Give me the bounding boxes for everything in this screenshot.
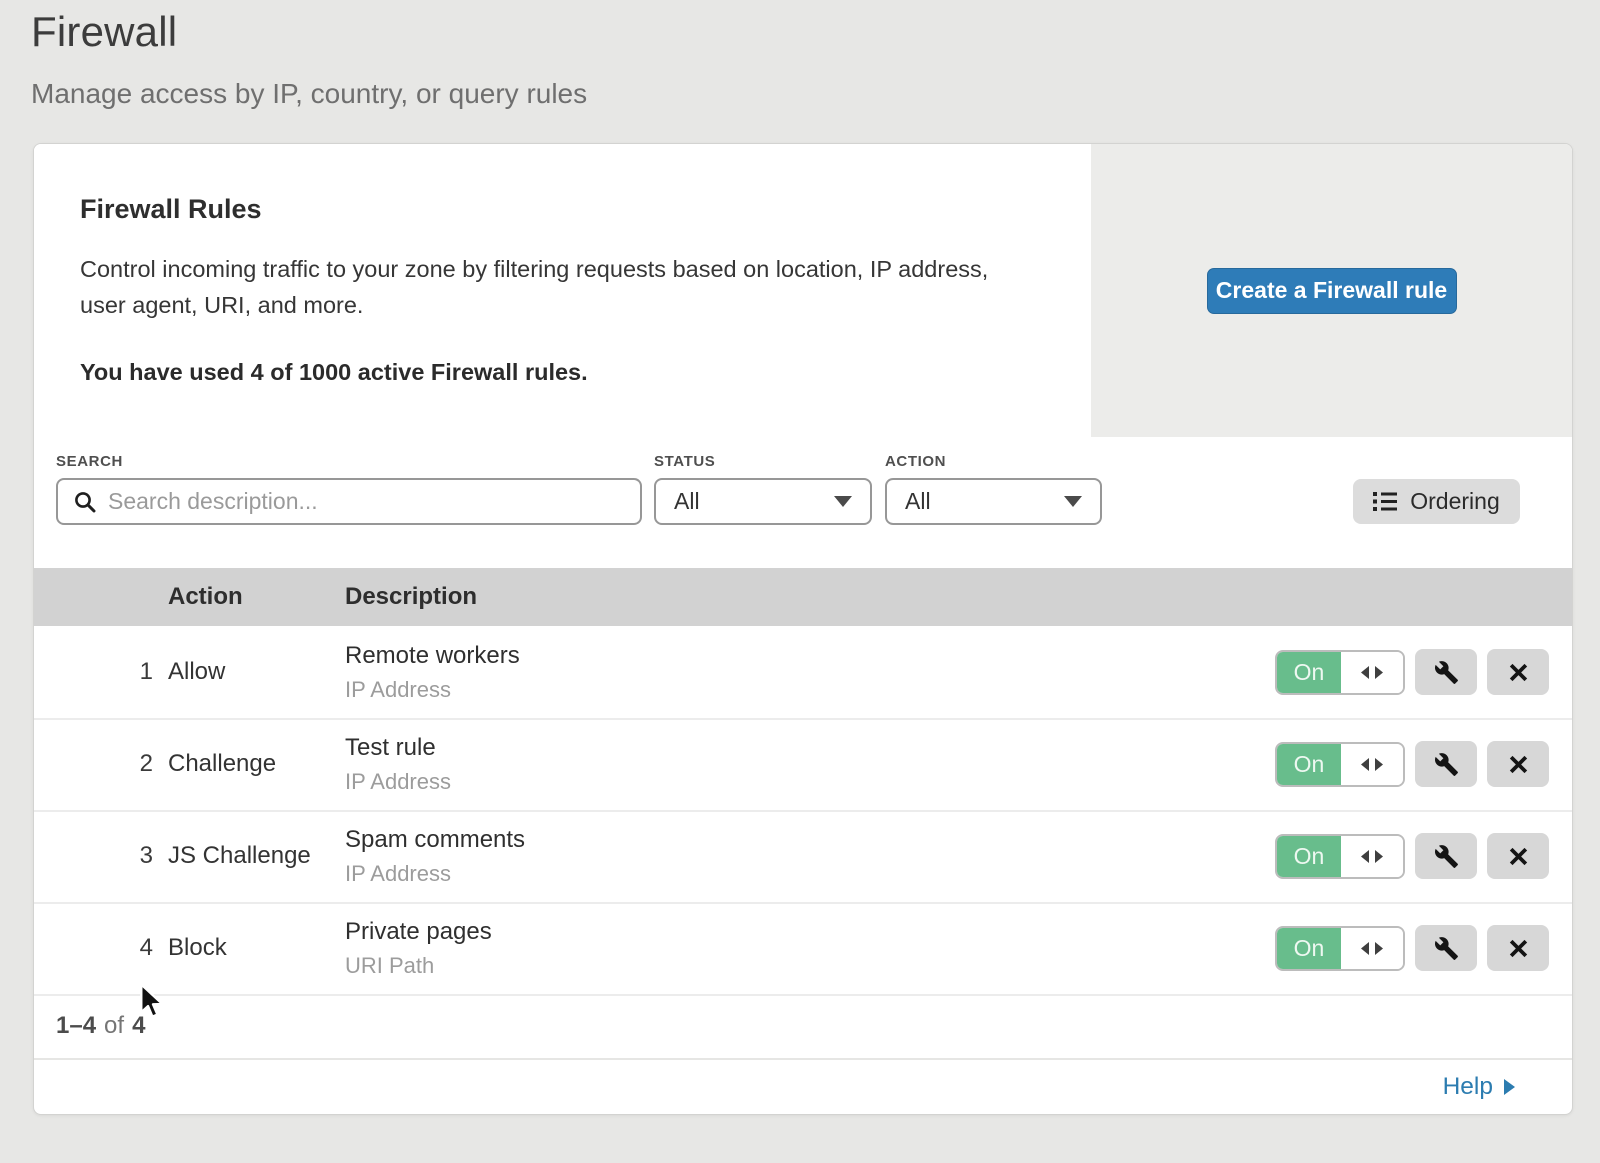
page-subtitle: Manage access by IP, country, or query r… bbox=[31, 78, 587, 110]
rule-priority: 1 bbox=[34, 658, 168, 686]
usage-summary: You have used 4 of 1000 active Firewall … bbox=[80, 359, 1031, 386]
status-select[interactable]: All bbox=[654, 478, 872, 525]
close-icon bbox=[1507, 661, 1530, 684]
action-column-header: Action bbox=[168, 583, 345, 611]
cta-panel: Create a Firewall rule bbox=[1091, 144, 1572, 437]
action-label: ACTION bbox=[885, 453, 946, 470]
search-field[interactable] bbox=[56, 478, 642, 525]
edit-rule-button[interactable] bbox=[1415, 833, 1477, 879]
rule-enabled-toggle[interactable]: On bbox=[1275, 926, 1405, 971]
rule-action: JS Challenge bbox=[168, 842, 345, 870]
pagination: 1–4 of 4 bbox=[34, 994, 1572, 1058]
description-column-header: Description bbox=[345, 583, 1572, 611]
table-row: 2 Challenge Test rule IP Address On bbox=[34, 718, 1572, 810]
close-icon bbox=[1507, 845, 1530, 868]
status-select-value: All bbox=[674, 488, 700, 515]
left-right-arrows-icon bbox=[1361, 758, 1383, 771]
close-icon bbox=[1507, 753, 1530, 776]
intro-heading: Firewall Rules bbox=[80, 194, 1031, 225]
ordering-button[interactable]: Ordering bbox=[1353, 479, 1520, 524]
intro-section: Firewall Rules Control incoming traffic … bbox=[34, 144, 1572, 437]
wrench-icon bbox=[1434, 844, 1459, 869]
rule-priority: 4 bbox=[34, 934, 168, 962]
toggle-on-label: On bbox=[1277, 836, 1341, 877]
toggle-on-label: On bbox=[1277, 928, 1341, 969]
delete-rule-button[interactable] bbox=[1487, 925, 1549, 971]
close-icon bbox=[1507, 937, 1530, 960]
rule-action: Allow bbox=[168, 658, 345, 686]
rule-enabled-toggle[interactable]: On bbox=[1275, 650, 1405, 695]
rule-enabled-toggle[interactable]: On bbox=[1275, 742, 1405, 787]
action-select[interactable]: All bbox=[885, 478, 1102, 525]
rule-enabled-toggle[interactable]: On bbox=[1275, 834, 1405, 879]
intro-description: Control incoming traffic to your zone by… bbox=[80, 251, 1030, 323]
toggle-handle[interactable] bbox=[1341, 928, 1403, 969]
rule-match-type: IP Address bbox=[345, 769, 1275, 795]
wrench-icon bbox=[1434, 936, 1459, 961]
edit-rule-button[interactable] bbox=[1415, 741, 1477, 787]
rule-priority: 2 bbox=[34, 750, 168, 778]
toggle-handle[interactable] bbox=[1341, 744, 1403, 785]
rule-match-type: IP Address bbox=[345, 677, 1275, 703]
action-select-value: All bbox=[905, 488, 931, 515]
rule-description: Remote workers bbox=[345, 642, 1275, 670]
left-right-arrows-icon bbox=[1361, 942, 1383, 955]
toggle-handle[interactable] bbox=[1341, 836, 1403, 877]
search-input[interactable] bbox=[108, 488, 626, 515]
firewall-rules-card: Firewall Rules Control incoming traffic … bbox=[33, 143, 1573, 1115]
search-label: SEARCH bbox=[56, 453, 123, 470]
page-title: Firewall bbox=[31, 8, 587, 56]
arrow-right-icon bbox=[1504, 1079, 1515, 1095]
filter-bar: SEARCH STATUS All ACTION All bbox=[34, 437, 1572, 568]
help-link[interactable]: Help bbox=[1443, 1073, 1515, 1101]
edit-rule-button[interactable] bbox=[1415, 925, 1477, 971]
rule-controls: On bbox=[1275, 925, 1572, 971]
rule-controls: On bbox=[1275, 649, 1572, 695]
rule-match-type: IP Address bbox=[345, 861, 1275, 887]
toggle-on-label: On bbox=[1277, 652, 1341, 693]
ordered-list-icon bbox=[1373, 491, 1397, 512]
rule-description: Test rule bbox=[345, 734, 1275, 762]
delete-rule-button[interactable] bbox=[1487, 741, 1549, 787]
wrench-icon bbox=[1434, 660, 1459, 685]
pagination-total: 4 bbox=[132, 1012, 145, 1040]
rule-description: Spam comments bbox=[345, 826, 1275, 854]
rule-controls: On bbox=[1275, 741, 1572, 787]
chevron-down-icon bbox=[834, 496, 852, 507]
table-row: 4 Block Private pages URI Path On bbox=[34, 902, 1572, 994]
edit-rule-button[interactable] bbox=[1415, 649, 1477, 695]
delete-rule-button[interactable] bbox=[1487, 833, 1549, 879]
table-row: 1 Allow Remote workers IP Address On bbox=[34, 626, 1572, 718]
status-label: STATUS bbox=[654, 453, 715, 470]
rule-action: Block bbox=[168, 934, 345, 962]
chevron-down-icon bbox=[1064, 496, 1082, 507]
rule-controls: On bbox=[1275, 833, 1572, 879]
search-icon bbox=[74, 491, 96, 513]
ordering-button-label: Ordering bbox=[1410, 488, 1499, 515]
rule-match-type: URI Path bbox=[345, 953, 1275, 979]
intro-text-block: Firewall Rules Control incoming traffic … bbox=[34, 144, 1091, 437]
rule-priority: 3 bbox=[34, 842, 168, 870]
left-right-arrows-icon bbox=[1361, 666, 1383, 679]
table-header: Action Description bbox=[34, 568, 1572, 626]
rule-action: Challenge bbox=[168, 750, 345, 778]
rule-description: Private pages bbox=[345, 918, 1275, 946]
pagination-of: of bbox=[104, 1012, 124, 1040]
help-link-label: Help bbox=[1443, 1073, 1493, 1101]
card-footer: Help bbox=[34, 1058, 1572, 1115]
table-row: 3 JS Challenge Spam comments IP Address … bbox=[34, 810, 1572, 902]
delete-rule-button[interactable] bbox=[1487, 649, 1549, 695]
page-header: Firewall Manage access by IP, country, o… bbox=[31, 8, 587, 110]
toggle-handle[interactable] bbox=[1341, 652, 1403, 693]
wrench-icon bbox=[1434, 752, 1459, 777]
create-firewall-rule-button[interactable]: Create a Firewall rule bbox=[1207, 268, 1457, 314]
left-right-arrows-icon bbox=[1361, 850, 1383, 863]
pagination-range: 1–4 bbox=[56, 1012, 96, 1040]
toggle-on-label: On bbox=[1277, 744, 1341, 785]
